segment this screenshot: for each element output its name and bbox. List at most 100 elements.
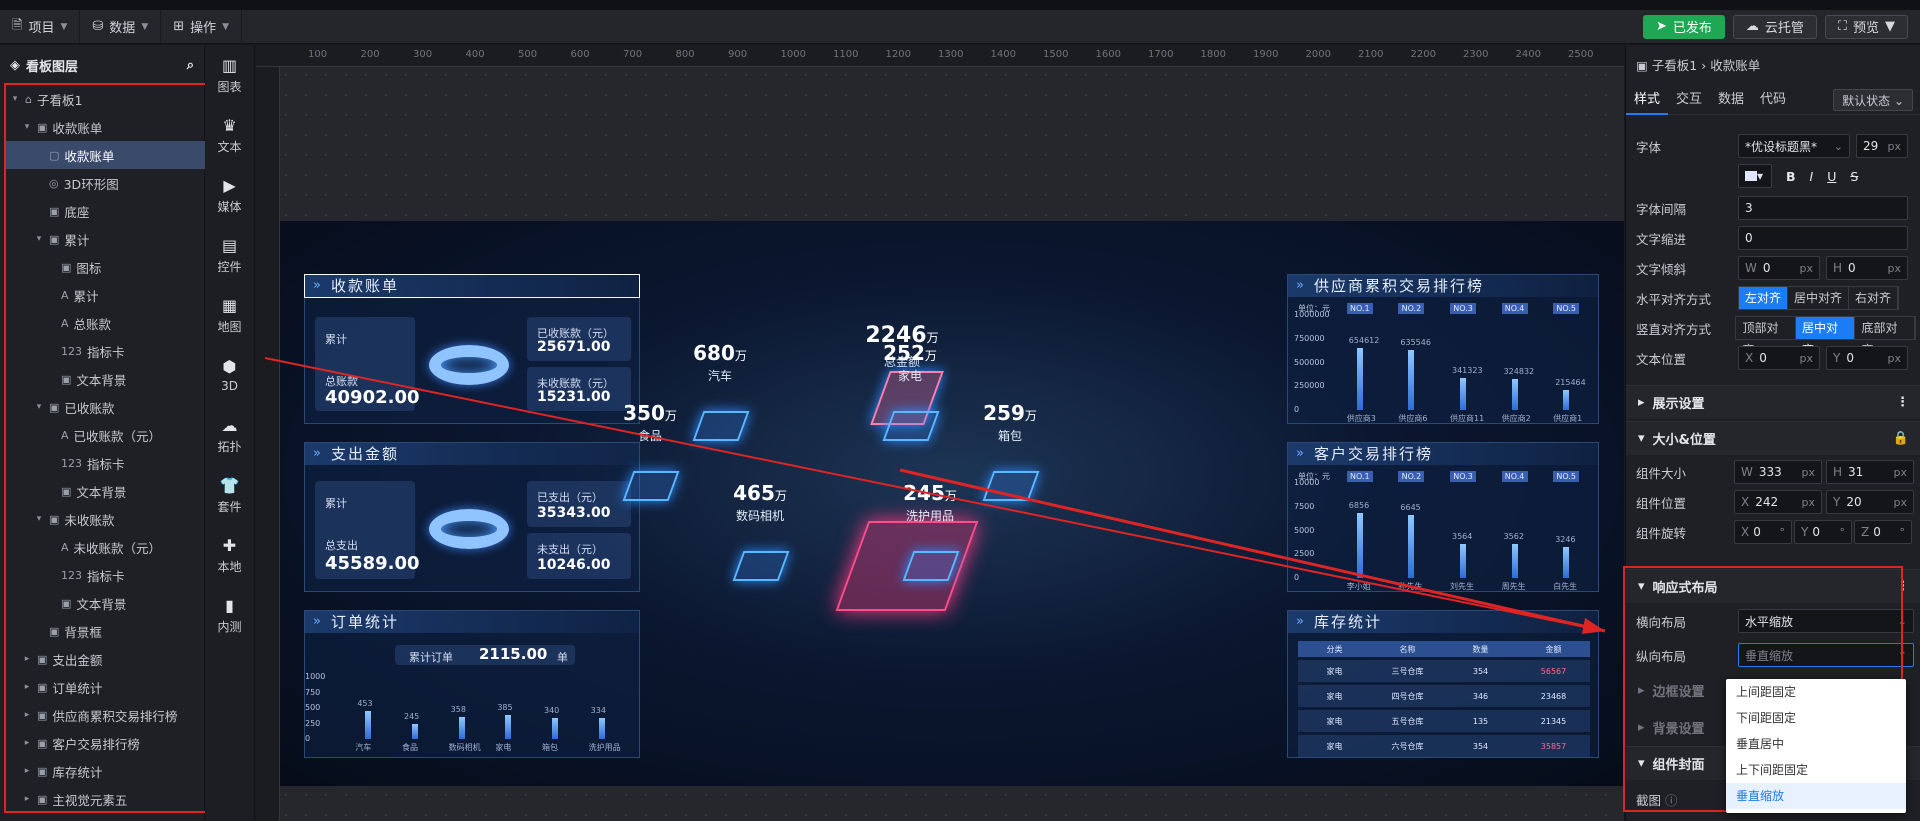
layer-item[interactable]: A 总账款 xyxy=(6,309,206,337)
menu-operation[interactable]: ⊞ 操作 ▼ xyxy=(161,9,243,44)
caret-icon[interactable]: ▾ xyxy=(22,122,32,132)
library-item[interactable]: ✚ 本地 xyxy=(205,525,254,585)
layer-item[interactable]: 123 指标卡 xyxy=(6,449,206,477)
library-item[interactable]: 👕 套件 xyxy=(205,465,254,525)
x-input[interactable]: X 242 px xyxy=(1734,490,1822,514)
library-item[interactable]: ▶ 媒体 xyxy=(205,165,254,225)
caret-icon[interactable]: ▸ xyxy=(22,682,32,692)
supplier-panel[interactable]: 供应商累积交易排行榜 单位：元 100000075000050000025000… xyxy=(1287,274,1599,424)
order-panel[interactable]: 订单统计 累计订单 2115.00 单 1000 750 500 250 0 汽车 453 食… xyxy=(304,610,640,758)
rotate-y-input[interactable]: Y 0 ° xyxy=(1794,520,1852,544)
library-item[interactable]: ⬢ 3D xyxy=(205,345,254,405)
skew-h-input[interactable]: H 0 px xyxy=(1826,256,1908,280)
tab-interaction[interactable]: 交互 xyxy=(1668,85,1710,115)
layer-item[interactable]: ▣ 底座 xyxy=(6,197,206,225)
stock-panel[interactable]: 库存统计 分类名称数量金额家电三号仓库35456567家电四号仓库3462346… xyxy=(1287,610,1599,758)
caret-icon[interactable]: ▾ xyxy=(34,402,44,412)
layer-item[interactable]: ▾ ⌂ 子看板1 xyxy=(6,85,206,113)
customer-panel[interactable]: 客户交易排行榜 单位：元 100007500500025000李小姐6856NO… xyxy=(1287,442,1599,592)
font-color-picker[interactable]: ▾ xyxy=(1738,164,1772,188)
caret-icon[interactable]: ▸ xyxy=(22,766,32,776)
layer-item[interactable]: A 已收账款（元） xyxy=(6,421,206,449)
font-size-input[interactable]: 29 px xyxy=(1856,134,1908,158)
width-input[interactable]: W 333 px xyxy=(1734,460,1822,484)
halign-right[interactable]: 右对齐 xyxy=(1849,287,1899,309)
display-settings-section[interactable]: ▸ 展示设置 ⋮ xyxy=(1626,385,1920,419)
halign-center[interactable]: 居中对齐 xyxy=(1788,287,1850,309)
spacing-input[interactable]: 3 xyxy=(1738,196,1908,220)
tab-data[interactable]: 数据 xyxy=(1710,85,1752,115)
tab-code[interactable]: 代码 xyxy=(1752,85,1794,115)
cloud-hosting-button[interactable]: ☁ 云托管 xyxy=(1732,14,1817,39)
layer-item[interactable]: ▣ 文本背景 xyxy=(6,477,206,505)
layer-item[interactable]: ▣ 背景框 xyxy=(6,617,206,645)
layer-item[interactable]: A 未收账款（元） xyxy=(6,533,206,561)
height-input[interactable]: H 31 px xyxy=(1826,460,1914,484)
dropdown-option[interactable]: 上下间距固定 xyxy=(1726,757,1906,783)
halign-left[interactable]: 左对齐 xyxy=(1739,287,1789,309)
dropdown-option[interactable]: 垂直居中 xyxy=(1726,731,1906,757)
menu-project[interactable]: 🗎 项目 ▼ xyxy=(0,9,81,44)
tab-style[interactable]: 样式 xyxy=(1626,85,1669,115)
dropdown-option[interactable]: 垂直缩放 xyxy=(1726,783,1906,809)
library-item[interactable]: ▦ 地图 xyxy=(205,285,254,345)
valign-top[interactable]: 顶部对齐 xyxy=(1736,317,1796,357)
layer-item[interactable]: 123 指标卡 xyxy=(6,561,206,589)
size-position-section[interactable]: ▾ 大小&位置 🔒 xyxy=(1626,421,1920,455)
font-select[interactable]: *优设标题黑* ⌄ xyxy=(1738,134,1850,158)
layer-item[interactable]: ▣ 文本背景 xyxy=(6,365,206,393)
menu-data[interactable]: ⛁ 数据 ▼ xyxy=(80,9,162,44)
caret-icon[interactable]: ▸ xyxy=(22,710,32,720)
layer-item[interactable]: ▸ ▣ 客户交易排行榜 xyxy=(6,729,206,757)
caret-icon[interactable]: ▸ xyxy=(22,738,32,748)
more-icon[interactable]: ⋮ xyxy=(1896,395,1909,410)
receipt-title[interactable]: 收款账单 xyxy=(304,274,640,298)
dashboard-board[interactable]: 收款账单 累计 总账款 40902.00 已收账款（元） 25671.00 未收… xyxy=(280,221,1624,786)
text-pos-x-input[interactable]: X 0 px xyxy=(1738,346,1820,370)
receipt-panel[interactable]: 收款账单 累计 总账款 40902.00 已收账款（元） 25671.00 未收… xyxy=(304,274,640,424)
layer-item[interactable]: ▢ 收款账单 xyxy=(6,141,206,169)
layer-item[interactable]: ▸ ▣ 供应商累积交易排行榜 xyxy=(6,701,206,729)
preview-button[interactable]: ⛶ 预览 ▼ xyxy=(1824,14,1908,39)
library-item[interactable]: ▮ 内测 xyxy=(205,585,254,645)
layer-item[interactable]: ◎ 3D环形图 xyxy=(6,169,206,197)
underline-icon[interactable]: U xyxy=(1827,169,1836,184)
rotate-z-input[interactable]: Z 0 ° xyxy=(1854,520,1912,544)
dropdown-option[interactable]: 下间距固定 xyxy=(1726,705,1906,731)
caret-icon[interactable]: ▸ xyxy=(22,654,32,664)
library-item[interactable]: ☁ 拓扑 xyxy=(205,405,254,465)
rotate-x-input[interactable]: X 0 ° xyxy=(1734,520,1792,544)
layer-item[interactable]: ▣ 图标 xyxy=(6,253,206,281)
library-item[interactable]: ▤ 控件 xyxy=(205,225,254,285)
published-button[interactable]: ➤ 已发布 xyxy=(1642,14,1725,39)
caret-icon[interactable]: ▾ xyxy=(34,234,44,244)
y-input[interactable]: Y 20 px xyxy=(1826,490,1914,514)
layer-item[interactable]: ▸ ▣ 订单统计 xyxy=(6,673,206,701)
dropdown-option[interactable]: 上间距固定 xyxy=(1726,679,1906,705)
layer-item[interactable]: 123 指标卡 xyxy=(6,337,206,365)
layer-item[interactable]: ▾ ▣ 累计 xyxy=(6,225,206,253)
layer-item[interactable]: ▾ ▣ 已收账款 xyxy=(6,393,206,421)
layer-item[interactable]: ▸ ▣ 主视觉元素五 xyxy=(6,785,206,813)
skew-w-input[interactable]: W 0 px xyxy=(1738,256,1820,280)
bold-icon[interactable]: B xyxy=(1786,169,1796,184)
layer-item[interactable]: ▾ ▣ 未收账款 xyxy=(6,505,206,533)
layer-item[interactable]: ▣ 文本背景 xyxy=(6,589,206,617)
lock-icon[interactable]: 🔒 xyxy=(1893,431,1909,446)
caret-icon[interactable]: ▸ xyxy=(22,794,32,804)
library-item[interactable]: ▥ 图表 xyxy=(205,45,254,105)
valign-bottom[interactable]: 底部对齐 xyxy=(1855,317,1915,357)
library-item[interactable]: ♛ 文本 xyxy=(205,105,254,165)
state-select[interactable]: 默认状态 ⌄ xyxy=(1833,88,1913,111)
valign-middle[interactable]: 居中对齐 xyxy=(1795,317,1856,357)
search-icon[interactable]: ⌕ xyxy=(187,58,194,73)
text-pos-y-input[interactable]: Y 0 px xyxy=(1826,346,1908,370)
layer-item[interactable]: ▸ ▣ 库存统计 xyxy=(6,757,206,785)
expense-panel[interactable]: 支出金额 累计 总支出 45589.00 已支出（元） 35343.00 未支出… xyxy=(304,442,640,592)
editor-canvas[interactable]: 100 200 300 400 500 600 700 800 900 1000 1100 1200 1… xyxy=(256,45,1624,821)
layer-item[interactable]: ▸ ▣ 支出金额 xyxy=(6,645,206,673)
caret-icon[interactable]: ▾ xyxy=(34,514,44,524)
italic-icon[interactable]: I xyxy=(1810,169,1814,184)
strikethrough-icon[interactable]: S xyxy=(1850,169,1858,184)
indent-input[interactable]: 0 xyxy=(1738,226,1908,250)
